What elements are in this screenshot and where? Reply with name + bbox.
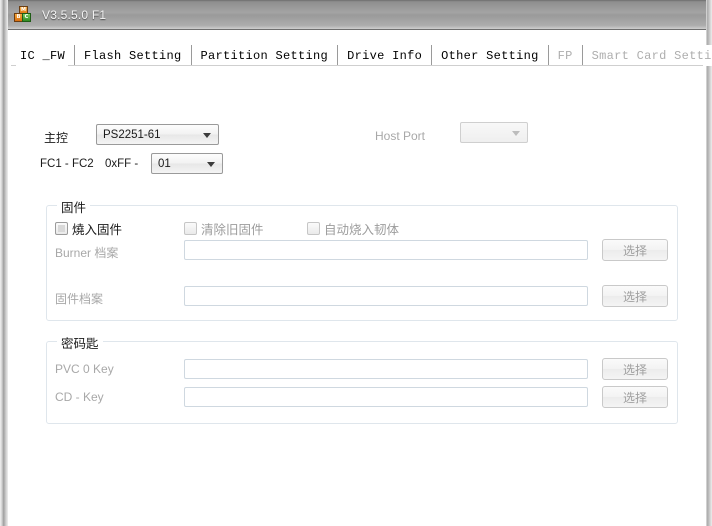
checkbox-erase-old-firmware: 清除旧固件: [184, 219, 264, 238]
burner-file-browse-button[interactable]: 选择: [602, 239, 668, 261]
checkbox-burn-firmware-label: 燒入固件: [72, 223, 123, 237]
chevron-down-icon: [512, 130, 520, 136]
tab-other-setting[interactable]: Other Setting: [432, 45, 549, 66]
checkbox-box-icon: [184, 222, 197, 235]
window-title: V3.5.5.0 F1: [42, 7, 107, 22]
fc-range-select-value: 01: [158, 157, 171, 170]
key-group-title: 密码匙: [57, 333, 103, 352]
window-frame-right-edge: [706, 0, 712, 526]
host-port-select: [460, 122, 528, 143]
tab-partition-setting[interactable]: Partition Setting: [191, 45, 339, 66]
pvc0-key-label: PVC 0 Key: [55, 362, 114, 376]
cd-key-browse-button[interactable]: 选择: [602, 386, 668, 408]
tab-strip-underline: [11, 65, 703, 66]
cd-key-label: CD - Key: [55, 390, 104, 404]
key-groupbox: 密码匙: [46, 333, 678, 424]
chevron-down-icon: [207, 161, 215, 167]
tab-ic-fw[interactable]: IC _FW: [11, 45, 76, 66]
tab-smart-card-setting: Smart Card Setting: [582, 45, 712, 66]
firmware-file-browse-button[interactable]: 选择: [602, 285, 668, 307]
checkbox-box-icon: [307, 222, 320, 235]
tab-fp: FP: [548, 45, 583, 66]
checkbox-burn-firmware[interactable]: 燒入固件: [55, 219, 122, 238]
checkbox-box-icon: [55, 222, 68, 235]
host-port-label: Host Port: [375, 129, 426, 143]
fc-range-prefix: 0xFF -: [105, 158, 139, 170]
firmware-file-label: 固件档案: [55, 292, 104, 306]
checkbox-erase-old-firmware-label: 清除旧固件: [201, 223, 264, 237]
pvc0-key-input[interactable]: [184, 359, 588, 379]
pvc0-key-browse-button[interactable]: 选择: [602, 358, 668, 380]
firmware-file-input[interactable]: [184, 286, 588, 306]
ic-fw-panel: 主控 PS2251-61 Host Port FC1 - FC2 0xFF - …: [8, 67, 706, 526]
app-blocks-icon: M B C: [14, 5, 32, 24]
fc-range-select[interactable]: 01: [151, 153, 223, 174]
tab-flash-setting[interactable]: Flash Setting: [75, 45, 192, 66]
controller-select-value: PS2251-61: [103, 128, 161, 141]
client-area: IC _FW Flash Setting Partition Setting D…: [8, 31, 712, 526]
checkbox-auto-burn-firmware-label: 自动烧入韧体: [324, 223, 400, 237]
tab-drive-info[interactable]: Drive Info: [338, 45, 433, 66]
controller-select[interactable]: PS2251-61: [96, 124, 219, 145]
window-frame-left-edge: [0, 0, 8, 526]
tab-strip: IC _FW Flash Setting Partition Setting D…: [11, 44, 712, 66]
controller-label: 主控: [44, 131, 69, 145]
title-bar[interactable]: M B C V3.5.5.0 F1: [8, 0, 706, 30]
firmware-group-title: 固件: [57, 197, 91, 216]
chevron-down-icon: [203, 132, 211, 138]
application-window: M B C V3.5.5.0 F1 IC _FW Flash Setting P…: [0, 0, 712, 526]
fc-range-label: FC1 - FC2: [40, 158, 94, 170]
burner-file-input[interactable]: [184, 240, 588, 260]
checkbox-auto-burn-firmware: 自动烧入韧体: [307, 219, 399, 238]
cd-key-input[interactable]: [184, 387, 588, 407]
burner-file-label: Burner 档案: [55, 246, 119, 260]
